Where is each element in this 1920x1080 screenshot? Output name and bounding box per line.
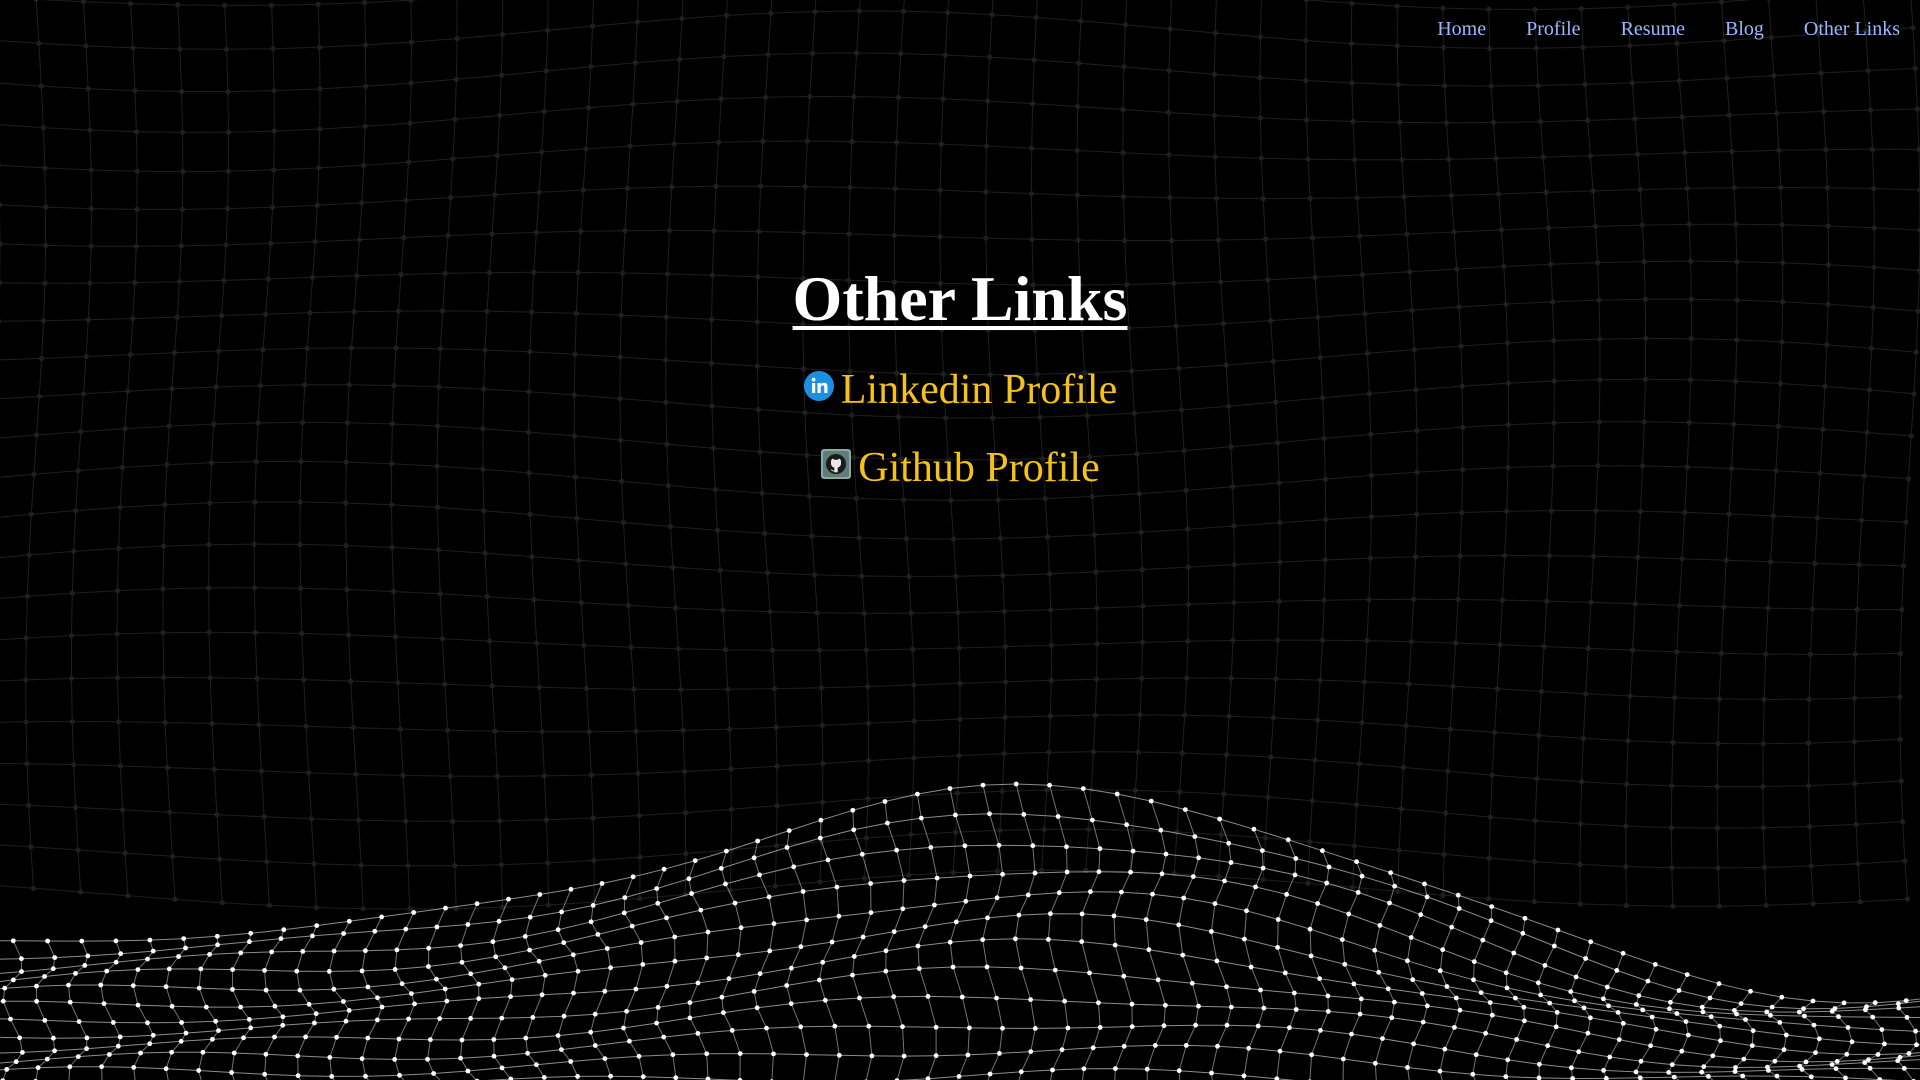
page: Home Profile Resume Blog Other Links Oth… (0, 0, 1920, 1080)
nav-resume-link[interactable]: Resume (1621, 18, 1685, 41)
wave-mesh-background (0, 0, 1920, 1080)
page-title: Other Links (792, 263, 1128, 334)
top-nav: Home Profile Resume Blog Other Links (1437, 18, 1900, 41)
github-profile-link[interactable]: Github Profile (858, 444, 1099, 492)
main-content: Other Links Linkedin Profile Github Prof… (0, 258, 1920, 492)
nav-other-links-link[interactable]: Other Links (1804, 18, 1900, 41)
nav-blog-link[interactable]: Blog (1725, 18, 1764, 41)
github-row: Github Profile (0, 444, 1920, 492)
github-icon[interactable] (820, 448, 852, 480)
nav-profile-link[interactable]: Profile (1526, 18, 1580, 41)
linkedin-profile-link[interactable]: Linkedin Profile (841, 366, 1117, 414)
nav-home-link[interactable]: Home (1437, 18, 1486, 41)
linkedin-icon[interactable] (803, 370, 835, 402)
linkedin-row: Linkedin Profile (0, 366, 1920, 414)
